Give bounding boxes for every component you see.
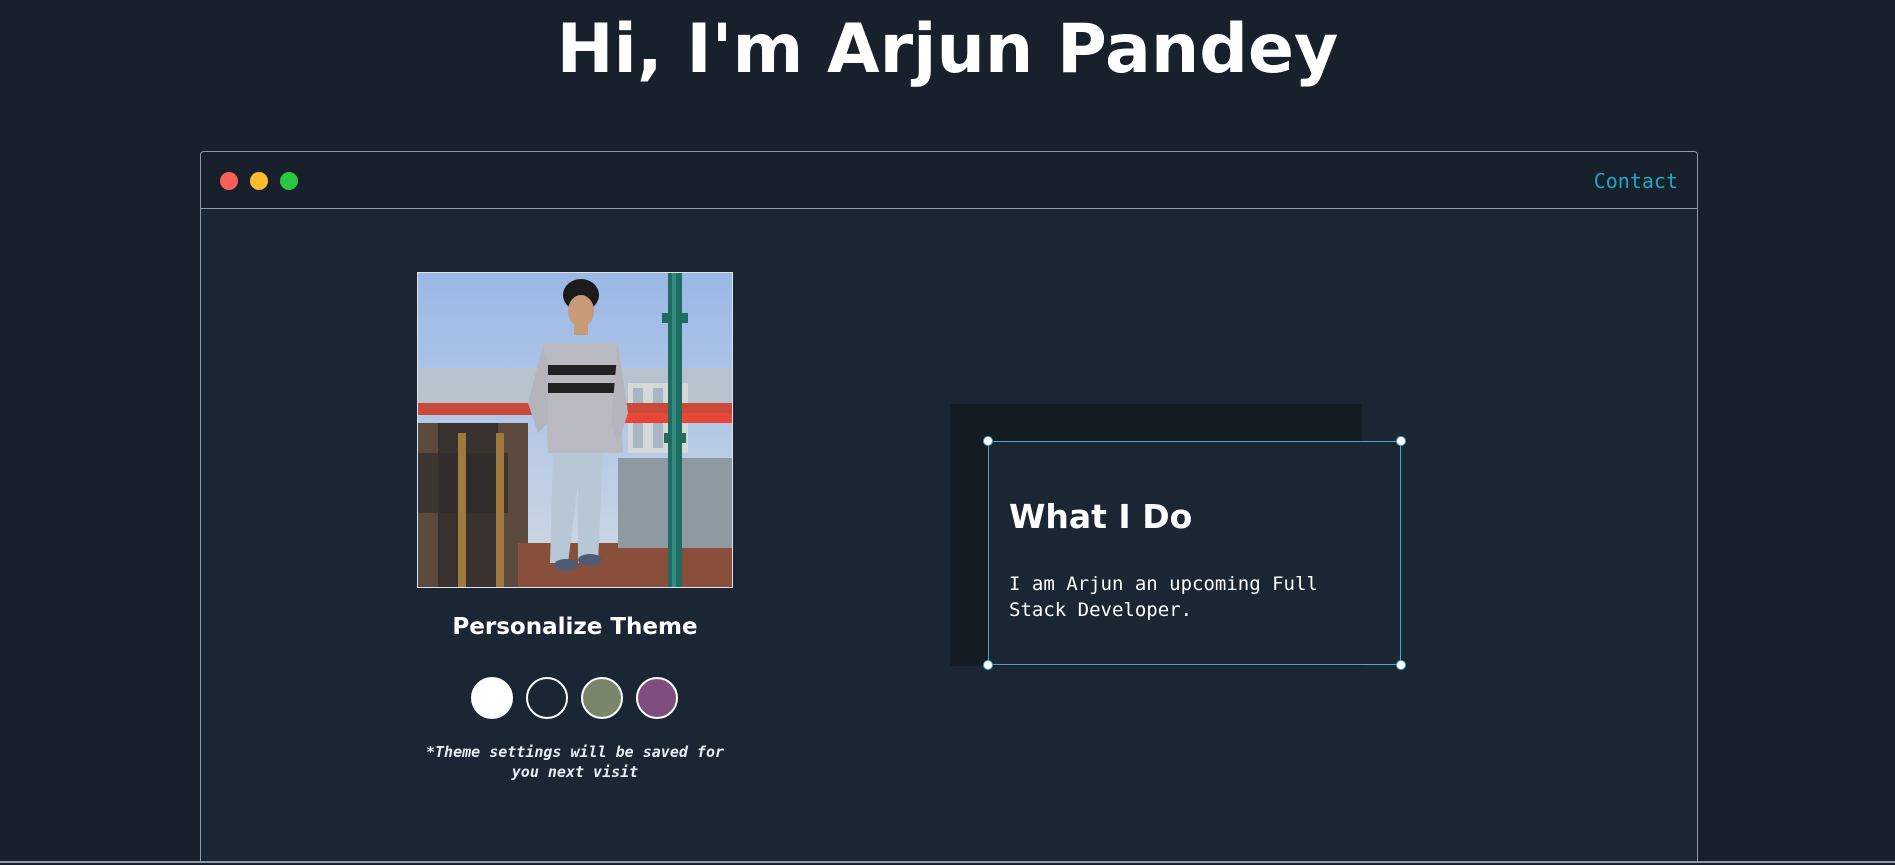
theme-swatch-purple[interactable] bbox=[636, 677, 678, 719]
resize-handle-icon[interactable] bbox=[983, 436, 993, 446]
theme-swatch-dark[interactable] bbox=[526, 677, 568, 719]
resize-handle-icon[interactable] bbox=[983, 660, 993, 670]
card-title: What I Do bbox=[1009, 497, 1193, 536]
page-title: Hi, I'm Arjun Pandey bbox=[556, 10, 1339, 89]
theme-swatch-light[interactable] bbox=[471, 677, 513, 719]
maximize-dot-icon[interactable] bbox=[280, 172, 298, 190]
contact-link[interactable]: Contact bbox=[1594, 167, 1678, 195]
resize-handle-icon[interactable] bbox=[1396, 436, 1406, 446]
resize-handle-icon[interactable] bbox=[1396, 660, 1406, 670]
theme-note: *Theme settings will be saved for you ne… bbox=[425, 743, 724, 781]
browser-window: Contact Personalize Theme *Theme setting… bbox=[200, 151, 1698, 861]
window-title-bar: Contact bbox=[201, 152, 1697, 209]
divider bbox=[0, 861, 1895, 863]
intro-card: What I Do I am Arjun an upcoming Full St… bbox=[983, 436, 1406, 670]
theme-heading: Personalize Theme bbox=[452, 614, 698, 640]
close-dot-icon[interactable] bbox=[220, 172, 238, 190]
theme-swatch-green[interactable] bbox=[581, 677, 623, 719]
card-text: I am Arjun an upcoming Full Stack Develo… bbox=[1009, 573, 1318, 621]
profile-photo bbox=[417, 272, 733, 588]
minimize-dot-icon[interactable] bbox=[250, 172, 268, 190]
